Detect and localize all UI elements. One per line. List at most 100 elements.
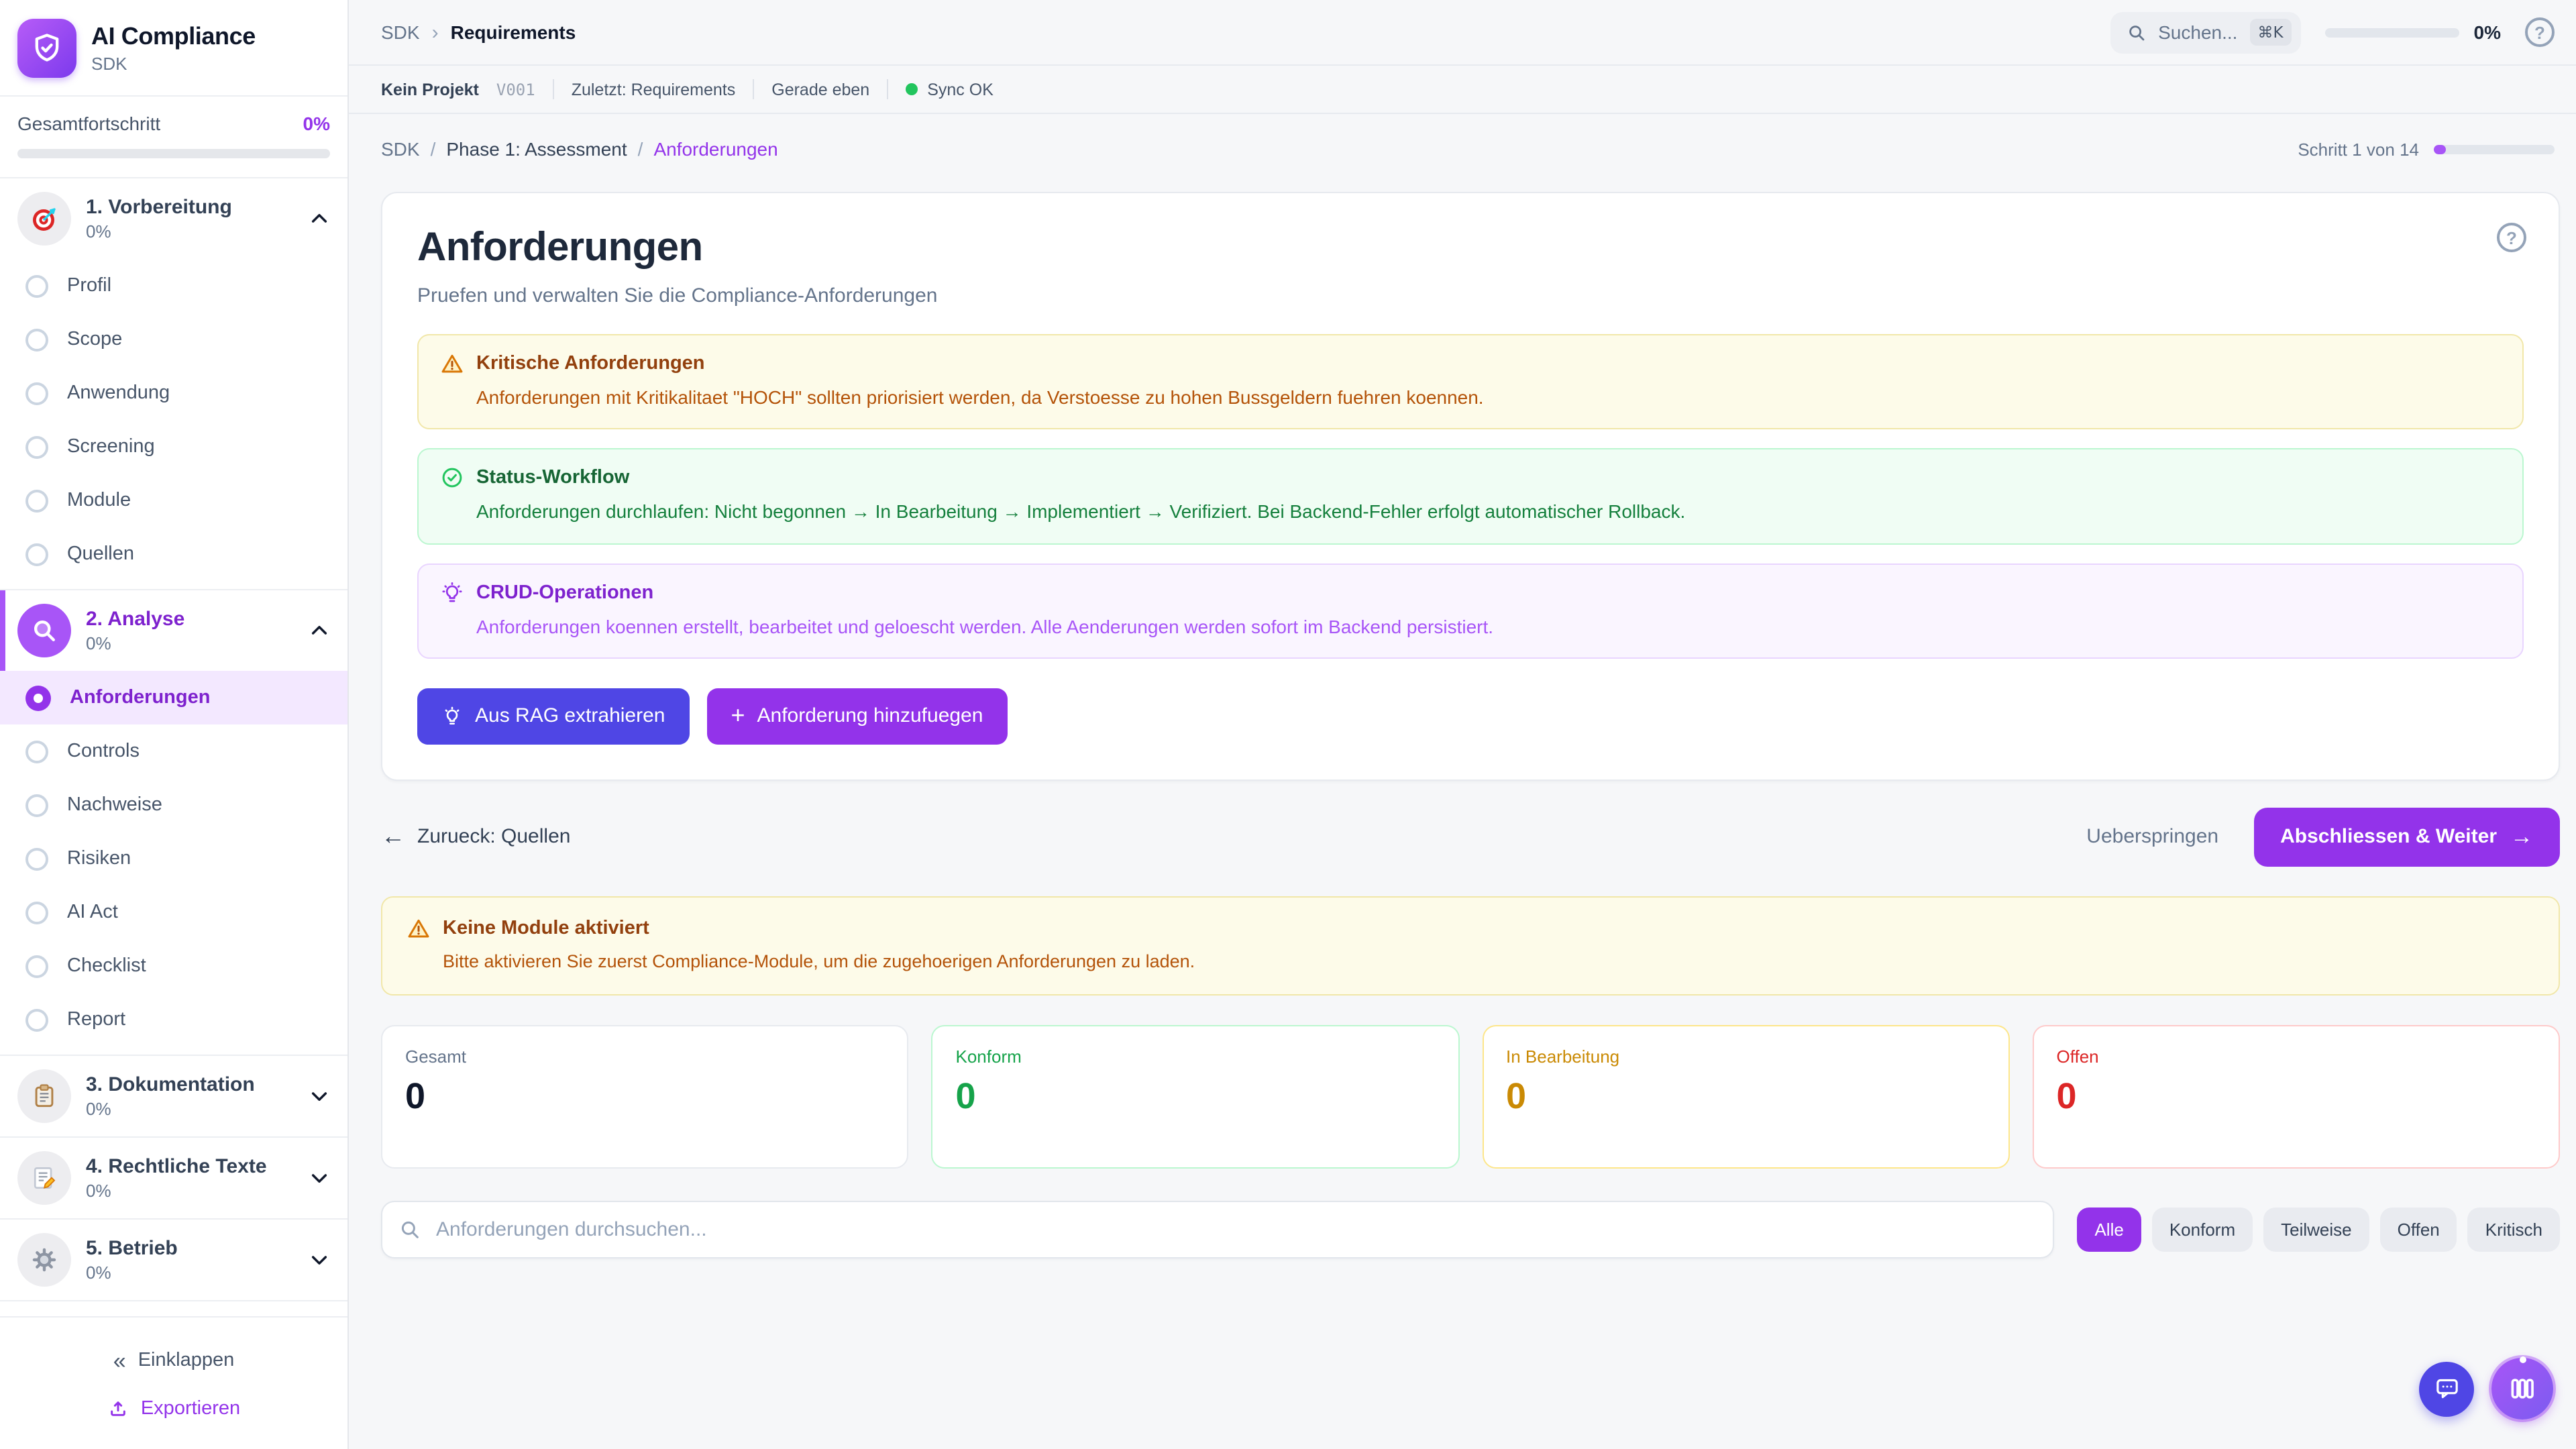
card-help-icon[interactable]: ? [2497, 223, 2526, 252]
breadcrumb-sdk[interactable]: SDK [381, 138, 420, 160]
sidebar-item-controls[interactable]: Controls [0, 724, 347, 778]
clipboard-icon [17, 1069, 71, 1123]
stats-row: Gesamt 0 Konform 0 In Bearbeitung 0 Offe… [381, 1026, 2560, 1169]
callout-title: Kritische Anforderungen [476, 353, 705, 374]
filter-chip-kritisch[interactable]: Kritisch [2468, 1208, 2560, 1252]
callout-title: Status-Workflow [476, 468, 629, 489]
sidebar-item-label: Anwendung [67, 382, 170, 404]
last-visited: Zuletzt: Requirements [572, 80, 736, 99]
breadcrumb-root[interactable]: SDK [381, 21, 420, 43]
sidebar-item-label: AI Act [67, 902, 118, 923]
sidebar-section-betrieb: 5. Betrieb 0% [0, 1220, 347, 1301]
section-title: 1. Vorbereitung [86, 196, 294, 219]
radio-icon [25, 740, 48, 763]
sidebar-item-checklist[interactable]: Checklist [0, 939, 347, 993]
extract-from-rag-button[interactable]: Aus RAG extrahieren [417, 688, 689, 745]
header-progress-value: 0% [2474, 21, 2501, 43]
sidebar-item-label: Checklist [67, 955, 146, 977]
section-title: 3. Dokumentation [86, 1073, 294, 1096]
radio-icon [25, 435, 48, 458]
section-header-analyse[interactable]: 2. Analyse 0% [0, 590, 347, 671]
filter-chip-konform[interactable]: Konform [2152, 1208, 2253, 1252]
chevron-up-icon [309, 620, 330, 641]
callout-title: CRUD-Operationen [476, 582, 653, 603]
sidebar-item-label: Quellen [67, 543, 134, 565]
overall-progress-label: Gesamtfortschritt [17, 113, 160, 134]
radio-icon [25, 382, 48, 405]
back-to-sources-button[interactable]: ← Zurueck: Quellen [381, 823, 570, 851]
section-header-rechtliche-texte[interactable]: 4. Rechtliche Texte 0% [0, 1138, 347, 1218]
arrow-right-icon: → [2510, 824, 2533, 851]
app-logo [17, 19, 76, 78]
breadcrumb-phase[interactable]: Phase 1: Assessment [446, 138, 627, 160]
kanban-columns-icon [2508, 1374, 2537, 1403]
search-icon [398, 1219, 421, 1242]
sidebar-item-anforderungen[interactable]: Anforderungen [0, 671, 347, 724]
requirements-search [381, 1201, 2054, 1259]
sidebar-item-risiken[interactable]: Risiken [0, 832, 347, 885]
header-progress-bar [2325, 28, 2459, 37]
sidebar-item-screening[interactable]: Screening [0, 420, 347, 474]
chat-button[interactable] [2419, 1361, 2474, 1416]
app-window: AI Compliance SDK Gesamtfortschritt 0% [0, 0, 2576, 1449]
no-modules-warning-banner: Keine Module aktiviert Bitte aktivieren … [381, 896, 2560, 996]
sidebar-item-label: Controls [67, 741, 140, 762]
section-header-betrieb[interactable]: 5. Betrieb 0% [0, 1220, 347, 1300]
sidebar-item-report[interactable]: Report [0, 993, 347, 1046]
chat-bubble-icon [2433, 1375, 2460, 1402]
add-requirement-button[interactable]: + Anforderung hinzufuegen [706, 688, 1007, 745]
chevron-up-icon [309, 208, 330, 229]
filter-chip-alle[interactable]: Alle [2077, 1208, 2141, 1252]
step-progress-bar [2434, 144, 2555, 154]
sidebar-item-label: Module [67, 490, 131, 511]
global-search-button[interactable]: Suchen... ⌘K [2110, 11, 2300, 53]
complete-and-continue-button[interactable]: Abschliessen & Weiter → [2253, 808, 2560, 867]
sidebar-item-module[interactable]: Module [0, 474, 347, 527]
stat-value: 0 [1506, 1077, 1986, 1118]
overall-progress-value: 0% [303, 113, 330, 134]
filter-chip-offen[interactable]: Offen [2380, 1208, 2457, 1252]
warning-triangle-icon [407, 916, 431, 941]
card-actions: Aus RAG extrahieren + Anforderung hinzuf… [417, 688, 2524, 745]
sidebar-item-label: Report [67, 1009, 125, 1030]
plus-icon: + [731, 702, 745, 731]
export-label: Exportieren [141, 1398, 240, 1419]
section-title: 2. Analyse [86, 608, 294, 631]
kanban-board-button[interactable] [2491, 1358, 2553, 1419]
app-brand: AI Compliance SDK [0, 0, 347, 95]
filter-chips: Alle Konform Teilweise Offen Kritisch [2077, 1208, 2560, 1252]
brand-text: AI Compliance SDK [91, 23, 256, 74]
section-progress: 0% [86, 1263, 294, 1283]
add-button-label: Anforderung hinzufuegen [757, 705, 983, 728]
upload-icon [107, 1398, 129, 1419]
filter-chip-teilweise[interactable]: Teilweise [2263, 1208, 2369, 1252]
radio-icon [25, 543, 48, 566]
section-header-vorbereitung[interactable]: 1. Vorbereitung 0% [0, 178, 347, 259]
collapse-label: Einklappen [138, 1350, 235, 1371]
radio-icon [25, 955, 48, 977]
radio-icon [25, 489, 48, 512]
export-button[interactable]: Exportieren [0, 1385, 347, 1433]
sync-label: Sync OK [927, 80, 994, 99]
search-icon [2126, 22, 2146, 42]
section-progress: 0% [86, 221, 294, 241]
sidebar-section-analyse: 2. Analyse 0% Anforderungen Controls [0, 590, 347, 1056]
last-updated: Gerade eben [771, 80, 869, 99]
sidebar-item-quellen[interactable]: Quellen [0, 527, 347, 581]
collapse-sidebar-button[interactable]: « Einklappen [0, 1336, 347, 1385]
magnifier-icon [17, 604, 71, 657]
callout-body: Anforderungen mit Kritikalitaet "HOCH" s… [440, 384, 2501, 411]
extract-button-label: Aus RAG extrahieren [475, 705, 665, 728]
sidebar-item-ai-act[interactable]: AI Act [0, 885, 347, 939]
skip-button[interactable]: Ueberspringen [2086, 826, 2218, 849]
requirements-search-input[interactable] [381, 1201, 2054, 1259]
help-icon[interactable]: ? [2525, 17, 2555, 47]
sidebar-item-profil[interactable]: Profil [0, 259, 347, 313]
section-header-dokumentation[interactable]: 3. Dokumentation 0% [0, 1056, 347, 1136]
project-version: V001 [496, 80, 535, 99]
sidebar-item-nachweise[interactable]: Nachweise [0, 778, 347, 832]
sidebar-item-scope[interactable]: Scope [0, 313, 347, 366]
sidebar-item-label: Nachweise [67, 794, 162, 816]
project-name: Kein Projekt [381, 80, 479, 99]
sidebar-item-anwendung[interactable]: Anwendung [0, 366, 347, 420]
